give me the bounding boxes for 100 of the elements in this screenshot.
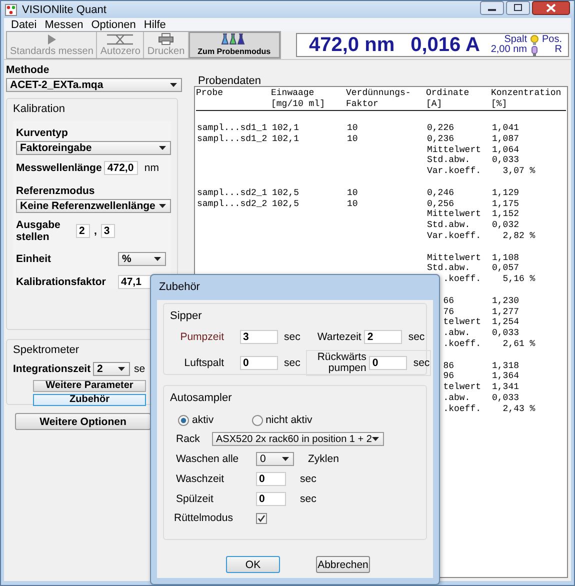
- action-button[interactable]: Weitere Parameter: [33, 380, 146, 392]
- table-cell-text: Std.abw.: [426, 220, 470, 231]
- wavelength-reading: 472,0 nm: [309, 34, 395, 56]
- wash-label: Waschen alle: [176, 453, 240, 465]
- lamp-icon: [530, 46, 539, 56]
- wash-time-input[interactable]: 0: [256, 472, 286, 486]
- radio-icon[interactable]: [178, 414, 189, 426]
- menu-item[interactable]: Datei: [8, 18, 42, 30]
- caret-icon: [118, 367, 125, 371]
- table-cell-text: 96: [442, 371, 454, 382]
- curve-type-label: Kurventyp: [16, 127, 69, 139]
- caret-icon: [154, 257, 161, 261]
- caret-icon: [170, 83, 177, 87]
- table-cell-text: 1,318: [491, 360, 520, 372]
- checkbox[interactable]: [256, 512, 267, 524]
- time-input[interactable]: 3: [240, 330, 278, 344]
- wavelength-input[interactable]: 472,0: [104, 161, 138, 175]
- table-cell-text: 0,033: [491, 392, 520, 404]
- caret-icon: [159, 146, 166, 150]
- position-value: R: [554, 45, 562, 55]
- dialog-button[interactable]: OK: [226, 556, 280, 573]
- unit-label: Einheit: [16, 253, 52, 265]
- dialog-button[interactable]: Abbrechen: [316, 556, 370, 573]
- table-cell-text: 1,129: [491, 188, 520, 199]
- integration-time-label: Integrationszeit: [13, 363, 92, 375]
- menu-item[interactable]: Optionen: [88, 18, 141, 30]
- table-cell-text: 1,175: [491, 198, 520, 210]
- table-cell-text: 10: [346, 188, 358, 199]
- window-title: VISIONlite Quant: [22, 4, 106, 16]
- table-cell-text: 0,256: [426, 198, 454, 210]
- group-title: Spektrometer: [13, 344, 80, 356]
- table-cell-text: 102,1: [271, 134, 300, 145]
- digits-input[interactable]: 3: [100, 224, 115, 238]
- table-cell-text: 0,236: [426, 134, 454, 145]
- position-label: Pos.: [542, 35, 562, 45]
- table-cell-text: 1,277: [491, 306, 520, 318]
- unit-label: nm: [144, 162, 159, 174]
- time-input[interactable]: 0: [240, 356, 278, 370]
- table-cell-text: 10: [346, 198, 358, 210]
- digits-input[interactable]: 2: [76, 224, 90, 238]
- action-button[interactable]: Zubehör: [33, 394, 146, 406]
- table-cell-text: 1,152: [491, 209, 520, 220]
- table-cell-text: 0,226: [426, 123, 454, 134]
- table-cell-text: telwert: [442, 317, 481, 328]
- unit-label: sec: [284, 331, 300, 343]
- table-cell-text: 10: [346, 123, 358, 134]
- unit-dropdown[interactable]: %: [118, 252, 166, 266]
- table-cell-text: 102,5: [271, 188, 300, 199]
- table-cell-text: 5,16 %: [502, 274, 536, 285]
- table-cell-text: 1,254: [491, 317, 520, 328]
- method-dropdown[interactable]: ACET-2_EXTa.mqa: [6, 78, 182, 92]
- rinse-time-input[interactable]: 0: [256, 492, 286, 506]
- calibration-factor-label: Kalibrationsfaktor: [16, 276, 107, 288]
- maximize-icon[interactable]: [506, 1, 530, 15]
- table-cell-text: 0,246: [426, 188, 454, 199]
- panel-title: Probendaten: [198, 76, 262, 86]
- time-input[interactable]: 0: [369, 356, 408, 370]
- table-cell-text: Var.koeff.: [426, 230, 482, 242]
- table-cell-text: 66: [442, 296, 454, 307]
- table-cell-text: telwert: [442, 382, 481, 393]
- caret-icon: [372, 437, 379, 441]
- table-cell-text: 1,041: [491, 123, 520, 134]
- reference-mode-label: Referenzmodus: [16, 185, 96, 197]
- menu-item[interactable]: Hilfe: [140, 18, 171, 30]
- table-cell-text: 76: [442, 306, 454, 318]
- table-cell-text: Mittelwert: [426, 209, 482, 220]
- wash-dropdown[interactable]: 0: [256, 452, 294, 466]
- table-cell-text: Std.abw.: [426, 155, 470, 166]
- table-cell-text: .koeff.: [442, 404, 481, 415]
- integration-time-dropdown[interactable]: 2: [93, 362, 130, 376]
- field-label: Luftspalt: [183, 357, 225, 369]
- separator-text: ,: [94, 225, 97, 237]
- radio-option[interactable]: nicht aktiv: [252, 414, 312, 426]
- rack-dropdown[interactable]: ASX520 2x rack60 in position 1 + 2: [212, 432, 384, 446]
- absorbance-reading: 0,016 A: [410, 34, 480, 56]
- radio-option[interactable]: aktiv: [178, 414, 214, 426]
- time-input[interactable]: 2: [364, 330, 402, 344]
- table-cell-text: sampl...sd2_2: [196, 198, 268, 210]
- menu-item[interactable]: Messen: [42, 18, 88, 30]
- autozero-icon: [105, 34, 136, 44]
- table-cell-text: 102,1: [271, 123, 300, 134]
- reference-mode-dropdown[interactable]: Keine Referenzwellenlänge: [16, 199, 171, 213]
- curve-type-dropdown[interactable]: Faktoreingabe: [16, 141, 171, 155]
- field-label: Rückwärts pumpen: [316, 352, 368, 374]
- table-cell-text: Mittelwert: [426, 144, 482, 156]
- field-label: Wartezeit: [316, 331, 362, 343]
- minimize-icon[interactable]: [480, 1, 504, 15]
- radio-icon[interactable]: [252, 414, 263, 426]
- unit-label: Zyklen: [308, 453, 339, 465]
- table-cell-text: 0,033: [491, 328, 520, 339]
- table-cell-text: 2,61 %: [502, 338, 536, 350]
- close-icon[interactable]: [532, 1, 570, 15]
- app-icon: [5, 4, 17, 16]
- column-header: Einwaage [mg/10 ml]: [271, 88, 326, 110]
- more-options-button[interactable]: Weitere Optionen: [15, 413, 151, 430]
- table-cell-text: 1,087: [491, 134, 520, 145]
- column-header: Konzentration [%]: [491, 88, 562, 110]
- toolbar-button[interactable]: Zum Probenmodus: [188, 32, 280, 58]
- play-icon: [46, 34, 57, 44]
- table-cell-text: sampl...sd1_2: [196, 134, 268, 145]
